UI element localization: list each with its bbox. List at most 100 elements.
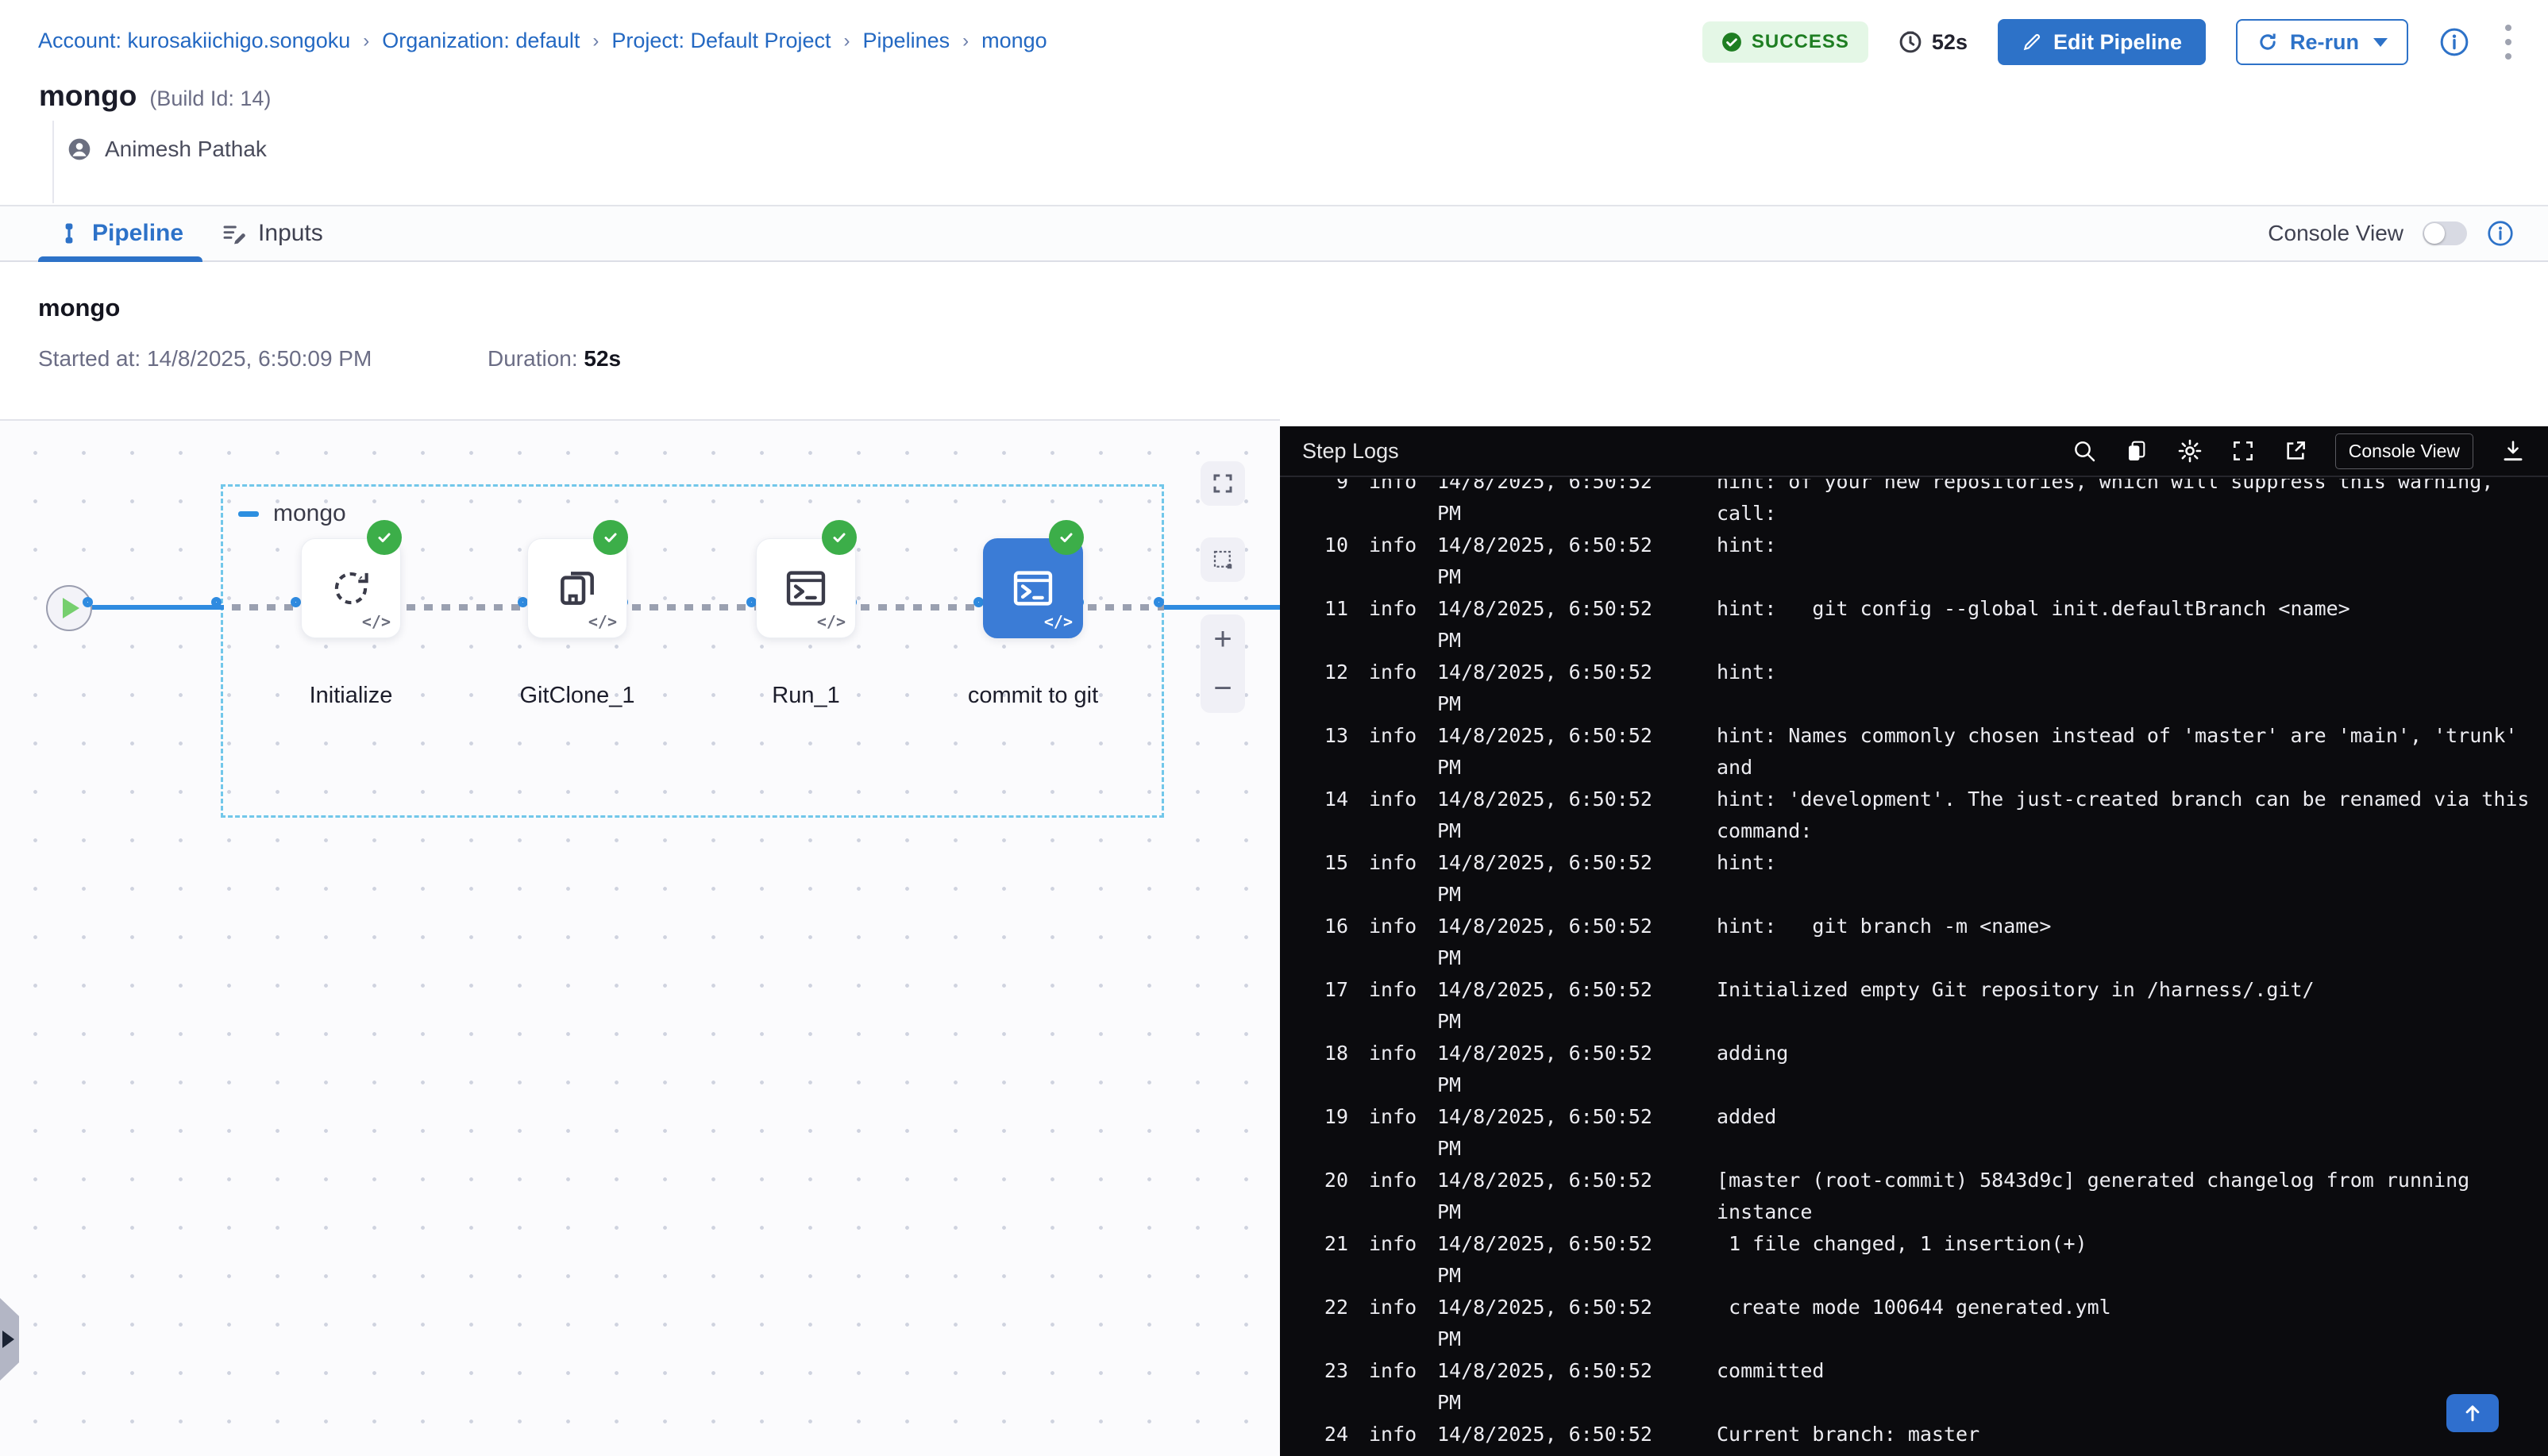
author-name: Animesh Pathak [105, 137, 267, 162]
log-line-number: 13 [1309, 720, 1348, 784]
pipeline-canvas[interactable]: mongo </> Initialize </> GitClone_1 </> … [0, 419, 1280, 1456]
step-node-commit-to-git[interactable]: </> [983, 538, 1083, 638]
log-line-number: 23 [1309, 1355, 1348, 1419]
started-at: Started at: 14/8/2025, 6:50:09 PM [38, 346, 372, 372]
log-output[interactable]: 9info14/8/2025, 6:50:52 PMhint: of your … [1280, 479, 2548, 1456]
log-level: info [1369, 1165, 1417, 1228]
log-fullscreen-icon[interactable] [2230, 438, 2256, 464]
zoom-in-button[interactable]: + [1213, 623, 1232, 655]
log-line-number: 14 [1309, 784, 1348, 847]
terminal-icon [1008, 564, 1058, 613]
pencil-icon [2022, 32, 2042, 52]
connector-solid [92, 605, 224, 610]
log-line-number: 15 [1309, 847, 1348, 911]
console-view-button[interactable]: Console View [2335, 433, 2473, 469]
log-copy-icon[interactable] [2124, 438, 2149, 464]
log-row: 9info14/8/2025, 6:50:52 PMhint: of your … [1309, 479, 2548, 530]
clone-icon [552, 563, 603, 614]
header-actions: SUCCESS 52s Edit Pipeline Re-run [1702, 17, 2516, 67]
log-row: 15info14/8/2025, 6:50:52 PMhint: [1309, 847, 2548, 911]
step-node-initialize[interactable]: </> [301, 538, 401, 638]
breadcrumb-item[interactable]: mongo [981, 29, 1047, 53]
zoom-out-button[interactable]: − [1213, 672, 1232, 704]
tab-bar: Pipeline Inputs Console View [0, 205, 2548, 262]
breadcrumb-item[interactable]: Project: Default Project [611, 29, 831, 53]
rerun-label: Re-run [2290, 30, 2359, 55]
inputs-icon [222, 221, 247, 246]
scroll-to-top-button[interactable] [2446, 1394, 2499, 1432]
status-text: SUCCESS [1752, 31, 1849, 53]
more-options-menu[interactable] [2500, 20, 2516, 64]
port [211, 597, 222, 607]
success-badge-icon [593, 520, 628, 555]
tab-inputs[interactable]: Inputs [202, 206, 342, 260]
log-level: info [1369, 720, 1417, 784]
log-line-number: 12 [1309, 657, 1348, 720]
log-level: info [1369, 847, 1417, 911]
build-id: (Build Id: 14) [149, 87, 271, 111]
pipeline-name: mongo [39, 79, 137, 113]
log-line-number: 17 [1309, 974, 1348, 1038]
breadcrumb-item[interactable]: Pipelines [863, 29, 950, 53]
log-message: hint: Names commonly chosen instead of '… [1717, 720, 2542, 784]
info-icon[interactable] [2486, 219, 2515, 248]
log-row: 22info14/8/2025, 6:50:52 PM create mode … [1309, 1292, 2548, 1355]
code-glyph: </> [362, 612, 391, 631]
log-message: added [1717, 1101, 2542, 1165]
log-line-number: 19 [1309, 1101, 1348, 1165]
log-level: info [1369, 1101, 1417, 1165]
log-level: info [1369, 593, 1417, 657]
log-row: 16info14/8/2025, 6:50:52 PMhint: git bra… [1309, 911, 2548, 974]
step-node-run-1[interactable]: </> [756, 538, 856, 638]
log-timestamp: 14/8/2025, 6:50:52 PM [1437, 479, 1677, 530]
log-level: info [1369, 1419, 1417, 1456]
canvas-fullscreen-button[interactable] [1201, 461, 1245, 506]
log-line-number: 24 [1309, 1419, 1348, 1456]
log-timestamp: 14/8/2025, 6:50:52 PM [1437, 1355, 1677, 1419]
log-message: create mode 100644 generated.yml [1717, 1292, 2542, 1355]
collapse-group-icon[interactable] [238, 511, 259, 517]
info-icon[interactable] [2438, 26, 2470, 58]
step-label: Initialize [264, 683, 438, 709]
log-timestamp: 14/8/2025, 6:50:52 PM [1437, 1292, 1677, 1355]
download-logs-icon[interactable] [2500, 438, 2526, 464]
log-level: info [1369, 1228, 1417, 1292]
connector-dotted [407, 604, 530, 611]
pipeline-start-node[interactable] [46, 585, 92, 631]
breadcrumb-item[interactable]: Organization: default [382, 29, 580, 53]
breadcrumb-item[interactable]: Account: kurosakiichigo.songoku [38, 29, 350, 53]
canvas-select-button[interactable] [1201, 537, 1245, 582]
log-message: hint: [1717, 530, 2542, 593]
log-timestamp: 14/8/2025, 6:50:52 PM [1437, 1419, 1677, 1456]
log-row: 17info14/8/2025, 6:50:52 PMInitialized e… [1309, 974, 2548, 1038]
expand-panel-handle[interactable] [0, 1298, 19, 1381]
step-node-gitclone-1[interactable]: </> [527, 538, 627, 638]
log-row: 24info14/8/2025, 6:50:52 PMCurrent branc… [1309, 1419, 2548, 1456]
refresh-icon [2257, 31, 2279, 53]
success-badge-icon [367, 520, 402, 555]
log-level: info [1369, 1355, 1417, 1419]
tab-inputs-label: Inputs [258, 220, 323, 247]
breadcrumb-separator: › [844, 30, 850, 52]
port [83, 597, 93, 607]
log-timestamp: 14/8/2025, 6:50:52 PM [1437, 657, 1677, 720]
log-search-icon[interactable] [2072, 438, 2097, 464]
connector-dotted [632, 604, 759, 611]
log-timestamp: 14/8/2025, 6:50:52 PM [1437, 847, 1677, 911]
log-timestamp: 14/8/2025, 6:50:52 PM [1437, 1101, 1677, 1165]
open-in-new-icon[interactable] [2283, 438, 2308, 464]
rerun-button[interactable]: Re-run [2236, 19, 2408, 65]
log-settings-icon[interactable] [2176, 437, 2203, 464]
log-message: hint: [1717, 657, 2542, 720]
log-message: adding [1717, 1038, 2542, 1101]
log-level: info [1369, 974, 1417, 1038]
edit-pipeline-button[interactable]: Edit Pipeline [1998, 19, 2206, 65]
log-line-number: 21 [1309, 1228, 1348, 1292]
log-row: 10info14/8/2025, 6:50:52 PMhint: [1309, 530, 2548, 593]
code-glyph: </> [817, 612, 846, 631]
log-timestamp: 14/8/2025, 6:50:52 PM [1437, 1228, 1677, 1292]
log-timestamp: 14/8/2025, 6:50:52 PM [1437, 784, 1677, 847]
console-view-toggle[interactable] [2423, 221, 2467, 245]
tab-pipeline-label: Pipeline [92, 220, 183, 247]
tab-pipeline[interactable]: Pipeline [38, 206, 202, 260]
